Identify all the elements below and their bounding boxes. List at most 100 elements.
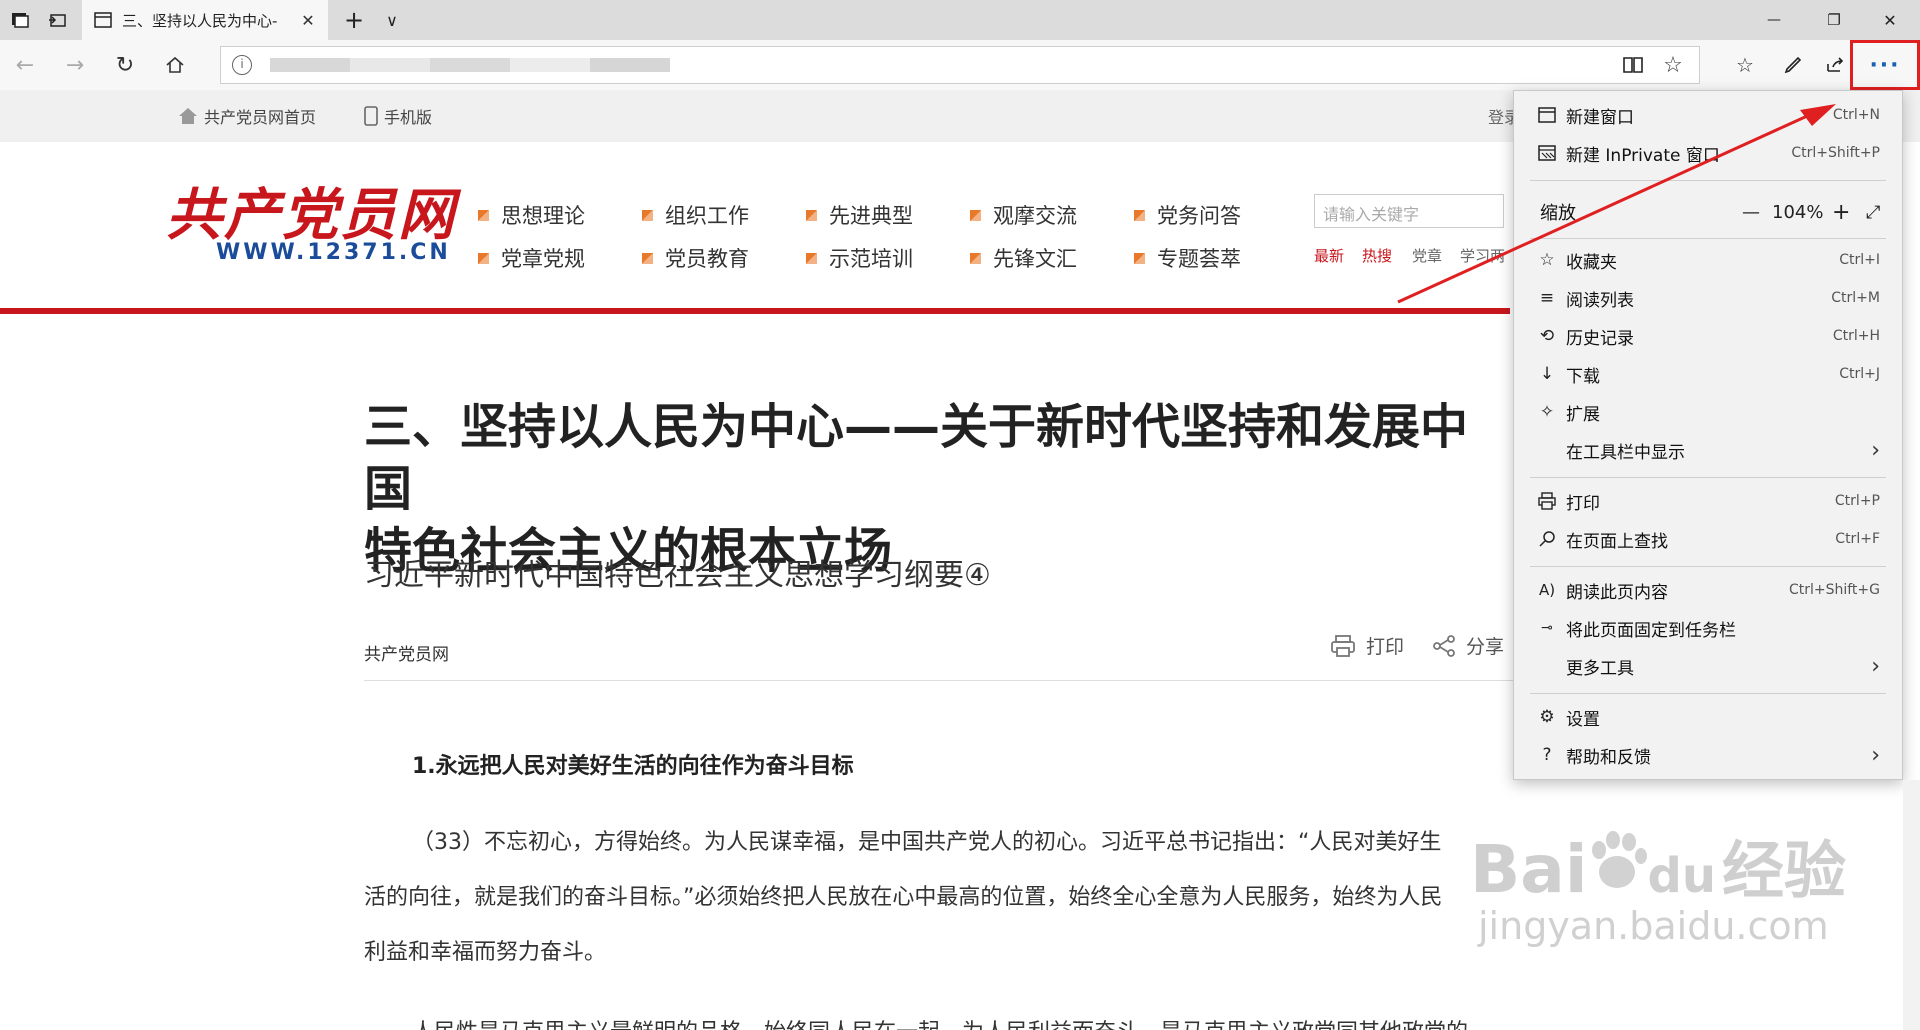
settings-and-more-button[interactable]: ··· [1850,40,1920,90]
menu-item-downloads[interactable]: ↓ 下载 Ctrl+J [1514,355,1902,393]
menu-separator [1530,477,1886,478]
printer-icon [1331,634,1355,657]
nav-link-qa[interactable]: 党务问答 [1134,200,1241,230]
menu-item-reading-list[interactable]: ≡ 阅读列表 Ctrl+M [1514,279,1902,317]
favorites-icon: ☆ [1539,250,1555,270]
menu-item-more-tools[interactable]: 更多工具 › [1514,647,1902,685]
paragraph-line: 利益和幸福而努力奋斗。 [364,940,607,965]
article-divider [364,680,1514,681]
hot-link-study[interactable]: 学习两 [1460,245,1505,266]
bullet-icon [970,209,981,221]
tab-list-button[interactable]: ∨ [380,8,404,32]
share-nodes-icon [1433,634,1455,657]
menu-item-extensions[interactable]: ✧ 扩展 [1514,393,1902,431]
chevron-right-icon: › [1871,742,1880,768]
back-arrow-icon[interactable]: ← [8,48,42,82]
zoom-out-button[interactable]: — [1742,202,1760,223]
hot-link-constitution[interactable]: 党章 [1412,245,1442,266]
hot-link-trending[interactable]: 热搜 [1362,245,1392,266]
home-icon[interactable] [158,48,192,82]
menu-item-find-on-page[interactable]: 在页面上查找 Ctrl+F [1514,520,1902,558]
print-icon [1536,490,1558,512]
baidu-watermark: Bai du 经验 jingyan.baidu.com [1470,831,1847,948]
bullet-icon [642,252,653,264]
window-icon [1536,104,1558,126]
nav-link-topics[interactable]: 专题荟萃 [1134,243,1241,273]
bullet-icon [478,209,489,221]
web-note-pen-icon[interactable] [1776,48,1810,82]
set-aside-tabs-icon[interactable] [46,8,70,32]
menu-separator [1530,693,1886,694]
nav-link-theory[interactable]: 思想理论 [478,200,585,230]
site-search-input[interactable]: 请输入关键字 [1314,194,1504,228]
article-subtitle: 习近平新时代中国特色社会主义思想学习纲要④ [364,558,991,593]
menu-item-history[interactable]: ⟲ 历史记录 Ctrl+H [1514,317,1902,355]
nav-link-exchange[interactable]: 观摩交流 [970,200,1077,230]
fullscreen-icon[interactable]: ⤢ [1866,202,1880,223]
nav-link-education[interactable]: 党员教育 [642,243,749,273]
tab-actions-icon[interactable] [8,8,32,32]
share-article-button[interactable]: 分享 [1432,632,1504,659]
new-tab-button[interactable]: + [342,6,366,34]
favorites-hub-icon[interactable]: ☆ [1728,48,1762,82]
menu-separator [1530,180,1886,181]
favorite-star-icon[interactable]: ☆ [1656,48,1690,82]
print-button[interactable]: 打印 [1330,632,1404,659]
nav-link-organization[interactable]: 组织工作 [642,200,749,230]
menu-item-help-feedback[interactable]: ? 帮助和反馈 › [1514,736,1902,774]
menu-separator [1530,238,1886,239]
find-icon [1536,528,1558,550]
tab-title: 三、坚持以人民为中心- [122,11,278,30]
menu-item-new-window[interactable]: 新建窗口 Ctrl+N [1514,96,1902,134]
forward-arrow-icon[interactable]: → [58,48,92,82]
nav-link-training[interactable]: 示范培训 [806,243,913,273]
share-icon[interactable] [1818,48,1852,82]
nav-link-regulations[interactable]: 党章党规 [478,243,585,273]
pin-icon: ⊸ [1541,620,1553,636]
menu-item-zoom: 缩放 — 104% + ⤢ [1540,199,1881,225]
mobile-version-link[interactable]: 手机版 [364,104,432,128]
chevron-right-icon: › [1871,437,1880,463]
nav-link-models[interactable]: 先进典型 [806,200,913,230]
inprivate-icon [1536,142,1558,164]
paragraph-line: （33）不忘初心，方得始终。为人民谋幸福，是中国共产党人的初心。习近平总书记指出… [412,830,1442,855]
paw-logo-icon [1592,831,1648,888]
page-scrollbar[interactable] [1903,780,1920,1030]
hot-link-latest[interactable]: 最新 [1314,245,1344,266]
house-icon [179,108,197,124]
bullet-icon [1134,209,1145,221]
menu-item-new-inprivate-window[interactable]: 新建 InPrivate 窗口 Ctrl+Shift+P [1514,134,1902,172]
menu-item-pin-to-taskbar[interactable]: ⊸ 将此页面固定到任务栏 [1514,609,1902,647]
reading-list-icon: ≡ [1539,288,1555,308]
close-window-button[interactable]: ✕ [1878,8,1902,32]
site-logo-url: WWW.12371.CN [216,240,451,265]
site-home-link[interactable]: 共产党员网首页 [178,104,316,128]
reading-view-icon[interactable] [1616,48,1650,82]
zoom-in-button[interactable]: + [1832,200,1850,225]
refresh-icon[interactable]: ↻ [108,48,142,82]
nav-link-literature[interactable]: 先锋文汇 [970,243,1077,273]
site-logo[interactable]: 共产党员网 [166,170,456,251]
bullet-icon [478,252,489,264]
url-text-blurred [270,58,670,72]
article-source: 共产党员网 [364,645,449,665]
menu-item-show-in-toolbar[interactable]: 在工具栏中显示 › [1514,431,1902,469]
bullet-icon [806,209,817,221]
minimize-button[interactable]: — [1762,8,1786,32]
settings-icon: ⚙ [1539,707,1555,727]
help-icon: ? [1542,745,1552,765]
settings-and-more-menu: 新建窗口 Ctrl+N 新建 InPrivate 窗口 Ctrl+Shift+P… [1513,90,1903,780]
tab-active[interactable]: 三、坚持以人民为中心- ✕ [82,0,328,40]
menu-item-read-aloud[interactable]: A) 朗读此页内容 Ctrl+Shift+G [1514,571,1902,609]
menu-item-favorites[interactable]: ☆ 收藏夹 Ctrl+I [1514,241,1902,279]
zoom-level: 104% [1772,201,1824,223]
info-icon[interactable]: i [232,55,252,75]
tab-close-icon[interactable]: ✕ [298,11,318,30]
bullet-icon [970,252,981,264]
paragraph-line: 人民性是马克思主义最鲜明的品格。始终同人民在一起，为人民利益而奋斗，是马克思主义… [412,1005,1582,1030]
restore-button[interactable]: ❐ [1822,8,1846,32]
paragraph-line: 活的向往，就是我们的奋斗目标。”必须始终把人民放在心中最高的位置，始终全心全意为… [364,885,1443,910]
section-heading: 1.永远把人民对美好生活的向往作为奋斗目标 [412,754,854,779]
menu-item-print[interactable]: 打印 Ctrl+P [1514,482,1902,520]
menu-item-settings[interactable]: ⚙ 设置 [1514,698,1902,736]
